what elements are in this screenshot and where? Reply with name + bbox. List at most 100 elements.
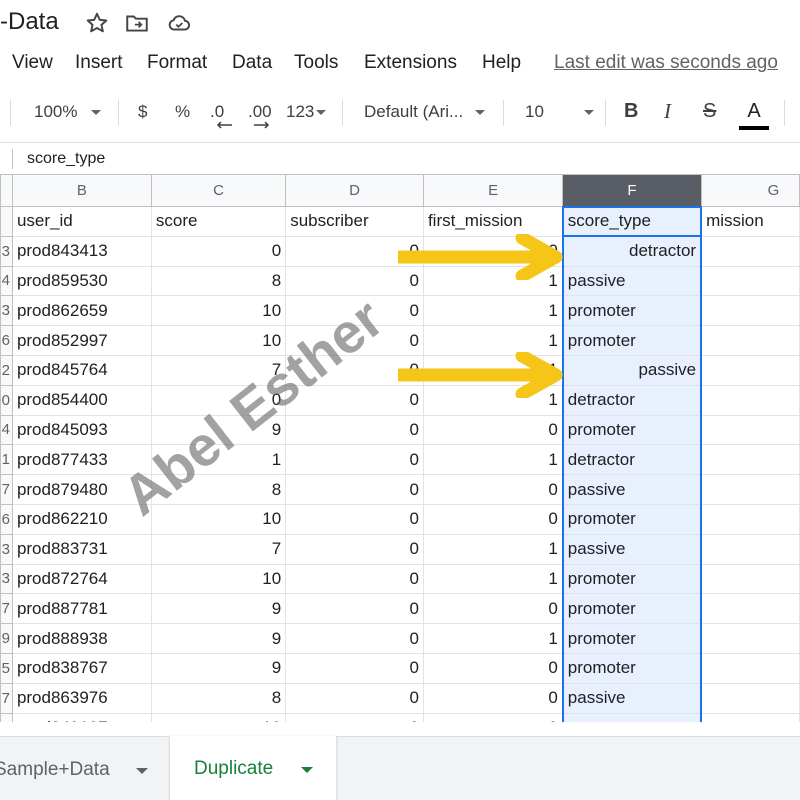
cell-mission[interactable] [700, 712, 800, 722]
column-header-c[interactable]: C [150, 174, 287, 207]
cell-mission[interactable] [700, 265, 800, 297]
row-number[interactable]: 7 [0, 474, 13, 505]
cell-score[interactable]: 10 [150, 712, 287, 722]
cell-mission[interactable] [700, 384, 800, 416]
cell-subscriber[interactable]: 0 [285, 474, 424, 505]
column-header-b[interactable]: B [11, 174, 152, 207]
row-number[interactable]: 7 [0, 593, 13, 625]
cell-subscriber[interactable]: 0 [285, 444, 424, 476]
last-edit-link[interactable]: Last edit was seconds ago [554, 52, 778, 74]
cell-mission[interactable] [700, 533, 800, 565]
cell-user-id[interactable]: prod852997 [11, 325, 152, 356]
menu-data[interactable]: Data [232, 52, 272, 74]
cell-subscriber[interactable]: 0 [285, 682, 424, 714]
menu-format[interactable]: Format [147, 52, 207, 74]
corner-cell[interactable] [0, 174, 13, 207]
cell-first-mission[interactable]: 0 [422, 593, 564, 625]
increase-decimal-button[interactable]: .00 [248, 102, 272, 122]
cell-first-mission[interactable]: 1 [422, 325, 564, 356]
cell-subscriber[interactable]: 0 [285, 414, 424, 446]
cell-score[interactable]: 8 [150, 682, 287, 714]
column-header-f[interactable]: F [562, 174, 702, 207]
cell-user-id[interactable]: prod862210 [11, 503, 152, 535]
row-number[interactable]: 9 [0, 623, 13, 654]
cell-first-mission[interactable]: 1 [422, 295, 564, 327]
zoom-select[interactable]: 100% [34, 102, 102, 122]
decrease-decimal-button[interactable]: .0 [210, 102, 224, 122]
bold-button[interactable]: B [624, 100, 638, 123]
italic-button[interactable]: I [664, 99, 671, 124]
cell-user-id[interactable]: prod845764 [11, 354, 152, 386]
menu-help[interactable]: Help [482, 52, 521, 74]
cell-score-type[interactable]: detractor [561, 444, 703, 476]
cell-first-mission[interactable]: 1 [422, 444, 564, 476]
cell-score[interactable]: 9 [150, 652, 287, 684]
cell-user-id[interactable]: prod859530 [11, 265, 152, 297]
cell-header-score-type[interactable]: score_type [561, 205, 703, 238]
cell-score[interactable]: 10 [150, 295, 287, 327]
cell-user-id[interactable]: prod843413 [11, 235, 152, 267]
cell-score-type[interactable]: promoter [561, 414, 703, 446]
cell-header-user-id[interactable]: user_id [11, 206, 152, 237]
chevron-down-icon[interactable] [136, 768, 148, 774]
cell-first-mission[interactable]: 1 [422, 563, 564, 595]
cell-mission[interactable] [700, 623, 800, 654]
menu-view[interactable]: View [12, 52, 53, 74]
cell-subscriber[interactable]: 0 [285, 593, 424, 625]
cell-user-id[interactable]: prod854400 [11, 384, 152, 416]
cell-mission[interactable] [700, 444, 800, 476]
cell-score-type[interactable]: passive [561, 682, 703, 714]
cell-score[interactable]: 9 [150, 593, 287, 625]
font-size-select[interactable]: 10 [525, 102, 594, 122]
cell-mission[interactable] [700, 295, 800, 327]
formula-bar[interactable]: score_type [0, 142, 800, 174]
row-number[interactable]: 5 [0, 652, 13, 684]
spreadsheet-grid[interactable]: B C D E F G user_id score subscriber fir… [0, 174, 800, 722]
cell-mission[interactable] [700, 563, 800, 595]
cell-score-type[interactable]: passive [561, 533, 703, 565]
cell-score-type[interactable]: detractor [561, 384, 703, 416]
cell-score[interactable]: 10 [150, 325, 287, 356]
column-header-g[interactable]: G [700, 174, 800, 207]
cell-user-id[interactable]: prod887781 [11, 593, 152, 625]
cell-score-type[interactable]: promoter [561, 712, 703, 722]
cell-mission[interactable] [700, 474, 800, 505]
row-number[interactable]: 6 [0, 325, 13, 356]
cell-first-mission[interactable]: 0 [422, 414, 564, 446]
cell-user-id[interactable]: prod845093 [11, 414, 152, 446]
row-number[interactable] [0, 206, 13, 237]
font-family-select[interactable]: Default (Ari... [364, 102, 486, 122]
cell-header-mission[interactable]: mission [700, 206, 800, 237]
cell-score-type[interactable]: promoter [561, 503, 703, 535]
percent-format-button[interactable]: % [175, 102, 190, 122]
cell-mission[interactable] [700, 593, 800, 625]
cell-score-type[interactable]: promoter [561, 325, 703, 356]
cell-score[interactable]: 10 [150, 563, 287, 595]
cell-score-type[interactable]: promoter [561, 593, 703, 625]
cell-score-type[interactable]: passive [561, 354, 703, 386]
cell-user-id[interactable]: prod888938 [11, 623, 152, 654]
document-title[interactable]: -Data [0, 8, 59, 36]
cell-user-id[interactable]: prod849187 [11, 712, 152, 722]
cell-mission[interactable] [700, 682, 800, 714]
cloud-status-icon[interactable] [166, 10, 192, 36]
cell-mission[interactable] [700, 354, 800, 386]
cell-score[interactable]: 9 [150, 623, 287, 654]
cell-score-type[interactable]: passive [561, 265, 703, 297]
cell-mission[interactable] [700, 414, 800, 446]
row-number[interactable]: 3 [0, 235, 13, 267]
cell-first-mission[interactable]: 0 [422, 474, 564, 505]
row-number[interactable]: 4 [0, 414, 13, 446]
cell-score-type[interactable]: promoter [561, 563, 703, 595]
cell-first-mission[interactable]: 0 [422, 682, 564, 714]
cell-score-type[interactable]: promoter [561, 623, 703, 654]
chevron-down-icon[interactable] [301, 767, 313, 773]
cell-user-id[interactable]: prod863976 [11, 682, 152, 714]
strikethrough-button[interactable]: S [703, 100, 716, 123]
cell-header-subscriber[interactable]: subscriber [285, 206, 424, 237]
cell-user-id[interactable]: prod872764 [11, 563, 152, 595]
cell-score-type[interactable]: detractor [561, 235, 703, 267]
cell-mission[interactable] [700, 503, 800, 535]
cell-user-id[interactable]: prod883731 [11, 533, 152, 565]
more-formats-button[interactable]: 123 [286, 102, 327, 122]
